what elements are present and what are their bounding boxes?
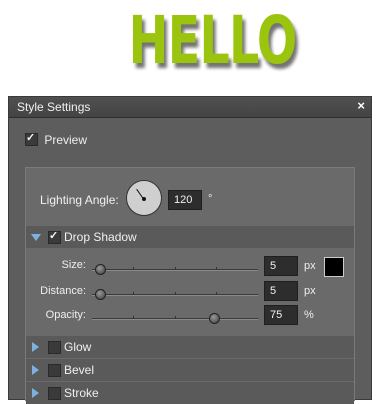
lighting-angle-dial[interactable] (126, 180, 162, 216)
bevel-checkbox[interactable] (48, 364, 61, 377)
slider-tick (133, 316, 134, 319)
opacity-label: Opacity: (45, 309, 86, 321)
shadow-color-swatch[interactable] (324, 257, 344, 277)
slider-tick (133, 292, 134, 295)
distance-slider-knob[interactable] (95, 289, 106, 300)
preview-label: Preview (44, 133, 88, 147)
slider-tick (216, 267, 217, 270)
slider-tick (216, 292, 217, 295)
size-unit: px (304, 260, 316, 272)
expand-triangle-icon[interactable] (32, 342, 39, 352)
dialog-title: Style Settings (17, 100, 91, 114)
section-bevel[interactable]: Bevel (26, 359, 354, 381)
opacity-unit: % (304, 309, 314, 321)
distance-unit: px (304, 285, 316, 297)
glow-checkbox[interactable] (48, 341, 61, 354)
distance-input[interactable]: 5 (264, 281, 298, 301)
lighting-angle-label: Lighting Angle: (40, 193, 119, 207)
section-glow[interactable]: Glow (26, 336, 354, 358)
opacity-slider-knob[interactable] (209, 313, 220, 324)
opacity-input[interactable]: 75 (264, 305, 298, 325)
size-label: Size: (61, 259, 86, 271)
text-preview: HELLO (96, 6, 298, 76)
close-icon[interactable]: × (357, 98, 365, 113)
stroke-checkbox[interactable] (48, 387, 61, 400)
section-stroke[interactable]: Stroke (26, 382, 354, 404)
slider-tick (175, 267, 176, 270)
style-panel: Lighting Angle: 120 ° Drop Shadow Size: … (25, 167, 355, 404)
section-drop-shadow[interactable]: Drop Shadow (26, 226, 354, 248)
preview-text: HELLO (128, 2, 298, 79)
distance-label: Distance: (40, 285, 86, 297)
bevel-label: Bevel (64, 363, 95, 377)
expand-triangle-icon[interactable] (31, 234, 41, 241)
stroke-label: Stroke (64, 386, 99, 400)
glow-label: Glow (64, 340, 92, 354)
expand-triangle-icon[interactable] (32, 388, 39, 398)
style-settings-dialog: Style Settings × Preview Lighting Angle:… (8, 96, 372, 404)
dialog-titlebar: Style Settings × (9, 97, 371, 118)
degree-unit: ° (208, 193, 213, 205)
size-input[interactable]: 5 (264, 256, 298, 276)
slider-tick (133, 267, 134, 270)
preview-toggle[interactable]: Preview (25, 133, 87, 147)
slider-tick (175, 316, 176, 319)
drop-shadow-checkbox[interactable] (48, 231, 61, 244)
preview-checkbox[interactable] (25, 133, 38, 146)
size-slider-knob[interactable] (95, 264, 106, 275)
drop-shadow-label: Drop Shadow (64, 230, 137, 244)
slider-tick (175, 292, 176, 295)
lighting-angle-input[interactable]: 120 (168, 190, 202, 210)
expand-triangle-icon[interactable] (32, 365, 39, 375)
